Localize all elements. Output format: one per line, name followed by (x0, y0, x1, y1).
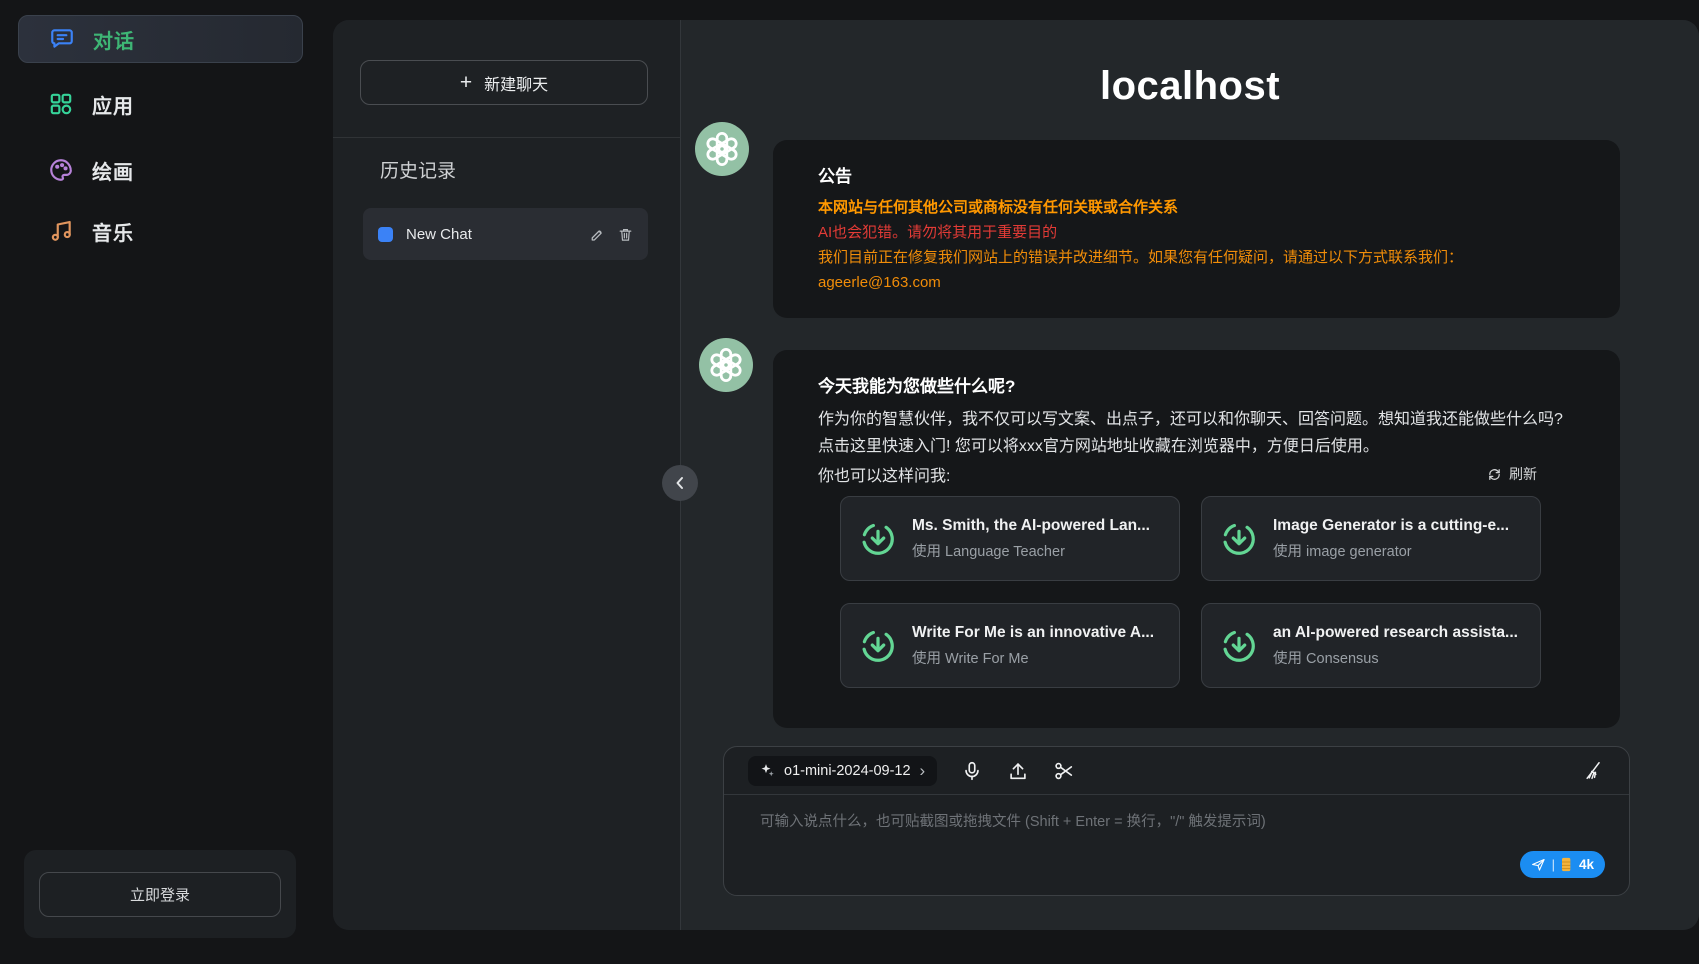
assistant-avatar (699, 338, 753, 392)
chevron-right-icon: › (920, 762, 926, 779)
history-list-item[interactable]: New Chat (363, 208, 648, 260)
token-coin-icon (1561, 857, 1573, 872)
suggestion-title: Ms. Smith, the AI-powered Lan... (912, 517, 1150, 535)
openai-logo-icon (702, 129, 742, 169)
history-panel: + 新建聊天 历史记录 New Chat (333, 20, 680, 930)
announcement-line: AI也会犯错。请勿将其用于重要目的 (818, 220, 1575, 245)
suggestion-title: Write For Me is an innovative A... (912, 624, 1154, 642)
sidebar-item-drawing[interactable]: 绘画 (18, 146, 303, 194)
send-plane-icon (1531, 857, 1546, 872)
download-circle-icon (1220, 627, 1258, 665)
login-card: 立即登录 (24, 850, 296, 938)
download-circle-icon (859, 627, 897, 665)
openai-logo-icon (706, 345, 746, 385)
download-circle-icon (859, 520, 897, 558)
suggestion-subtitle: 使用 image generator (1273, 540, 1509, 561)
announcement-title: 公告 (818, 162, 1575, 187)
login-button[interactable]: 立即登录 (39, 872, 281, 917)
sidebar-item-label: 音乐 (92, 217, 134, 246)
refresh-label: 刷新 (1509, 464, 1537, 484)
new-chat-button[interactable]: + 新建聊天 (360, 60, 648, 105)
announcement-line: 本网站与任何其他公司或商标没有任何关联或合作关系 (818, 195, 1575, 220)
announcement-message: 公告 本网站与任何其他公司或商标没有任何关联或合作关系 AI也会犯错。请勿将其用… (773, 140, 1620, 318)
suggestion-title: Image Generator is a cutting-e... (1273, 517, 1509, 535)
chat-item-actions (590, 227, 633, 242)
suggestion-card[interactable]: Image Generator is a cutting-e... 使用 ima… (1201, 496, 1541, 581)
music-note-icon (48, 218, 74, 244)
assistant-avatar (695, 122, 749, 176)
suggestion-card[interactable]: Write For Me is an innovative A... 使用 Wr… (840, 603, 1180, 688)
send-divider: | (1552, 857, 1555, 872)
sidebar-item-label: 对话 (93, 25, 135, 54)
microphone-icon[interactable] (961, 760, 983, 782)
sidebar-item-label: 绘画 (92, 156, 134, 185)
suggestion-title: an AI-powered research assista... (1273, 624, 1518, 642)
apps-grid-icon (48, 91, 74, 117)
send-button[interactable]: | 4k (1520, 851, 1605, 878)
plus-icon: + (460, 72, 472, 93)
sidebar: 对话 应用 绘画 音乐 立即登录 (0, 0, 330, 964)
refresh-icon (1487, 467, 1502, 482)
ask-hint: 你也可以这样问我: (818, 462, 950, 486)
suggestion-grid: Ms. Smith, the AI-powered Lan... 使用 Lang… (840, 496, 1541, 688)
history-divider (333, 137, 680, 138)
page-title: localhost (681, 64, 1699, 109)
chat-bubble-icon (49, 26, 75, 52)
message-input[interactable] (724, 795, 1629, 867)
composer-body: | 4k (724, 795, 1629, 895)
greeting-title: 今天我能为您做些什么呢? (818, 372, 1575, 397)
collapse-panel-button[interactable] (662, 465, 698, 501)
suggestion-card[interactable]: Ms. Smith, the AI-powered Lan... 使用 Lang… (840, 496, 1180, 581)
sidebar-item-apps[interactable]: 应用 (18, 80, 303, 128)
main-shell: + 新建聊天 历史记录 New Chat (333, 20, 1699, 930)
greeting-message: 今天我能为您做些什么呢? 作为你的智慧伙伴，我不仅可以写文案、出点子，还可以和你… (773, 350, 1620, 728)
sidebar-item-label: 应用 (92, 90, 134, 119)
greeting-body: 作为你的智慧伙伴，我不仅可以写文案、出点子，还可以和你聊天、回答问题。想知道我还… (818, 406, 1575, 460)
chat-color-swatch-icon (378, 227, 393, 242)
composer-toolbar: o1-mini-2024-09-12 › (724, 747, 1629, 795)
download-circle-icon (1220, 520, 1258, 558)
palette-icon (48, 157, 74, 183)
suggestion-subtitle: 使用 Language Teacher (912, 540, 1150, 561)
composer: o1-mini-2024-09-12 › (723, 746, 1630, 896)
chat-item-title: New Chat (406, 226, 577, 243)
model-name: o1-mini-2024-09-12 (784, 763, 911, 779)
suggestion-subtitle: 使用 Consensus (1273, 647, 1518, 668)
sidebar-item-music[interactable]: 音乐 (18, 207, 303, 255)
history-title: 历史记录 (380, 156, 456, 183)
app-window: 对话 应用 绘画 音乐 立即登录 (0, 0, 1699, 964)
chat-area: localhost 公告 本网站与任何其他公司或商标没有任何关联或合作关系 (680, 20, 1699, 930)
refresh-suggestions-button[interactable]: 刷新 (1487, 464, 1537, 484)
suggestion-card[interactable]: an AI-powered research assista... 使用 Con… (1201, 603, 1541, 688)
sparkle-icon (760, 763, 775, 778)
sidebar-item-chat[interactable]: 对话 (18, 15, 303, 63)
new-chat-label: 新建聊天 (484, 71, 548, 95)
delete-trash-icon[interactable] (618, 227, 633, 242)
chevron-left-icon (673, 476, 687, 490)
announcement-line: 我们目前正在修复我们网站上的错误并改进细节。如果您有任何疑问，请通过以下方式联系… (818, 245, 1575, 270)
broom-clear-icon[interactable] (1583, 760, 1605, 782)
contact-email-link[interactable]: ageerle@163.com (818, 270, 1575, 295)
suggestion-subtitle: 使用 Write For Me (912, 647, 1154, 668)
model-selector[interactable]: o1-mini-2024-09-12 › (748, 756, 937, 786)
edit-pencil-icon[interactable] (590, 227, 605, 242)
scissors-icon[interactable] (1053, 760, 1075, 782)
upload-icon[interactable] (1007, 760, 1029, 782)
token-badge: 4k (1579, 857, 1594, 872)
